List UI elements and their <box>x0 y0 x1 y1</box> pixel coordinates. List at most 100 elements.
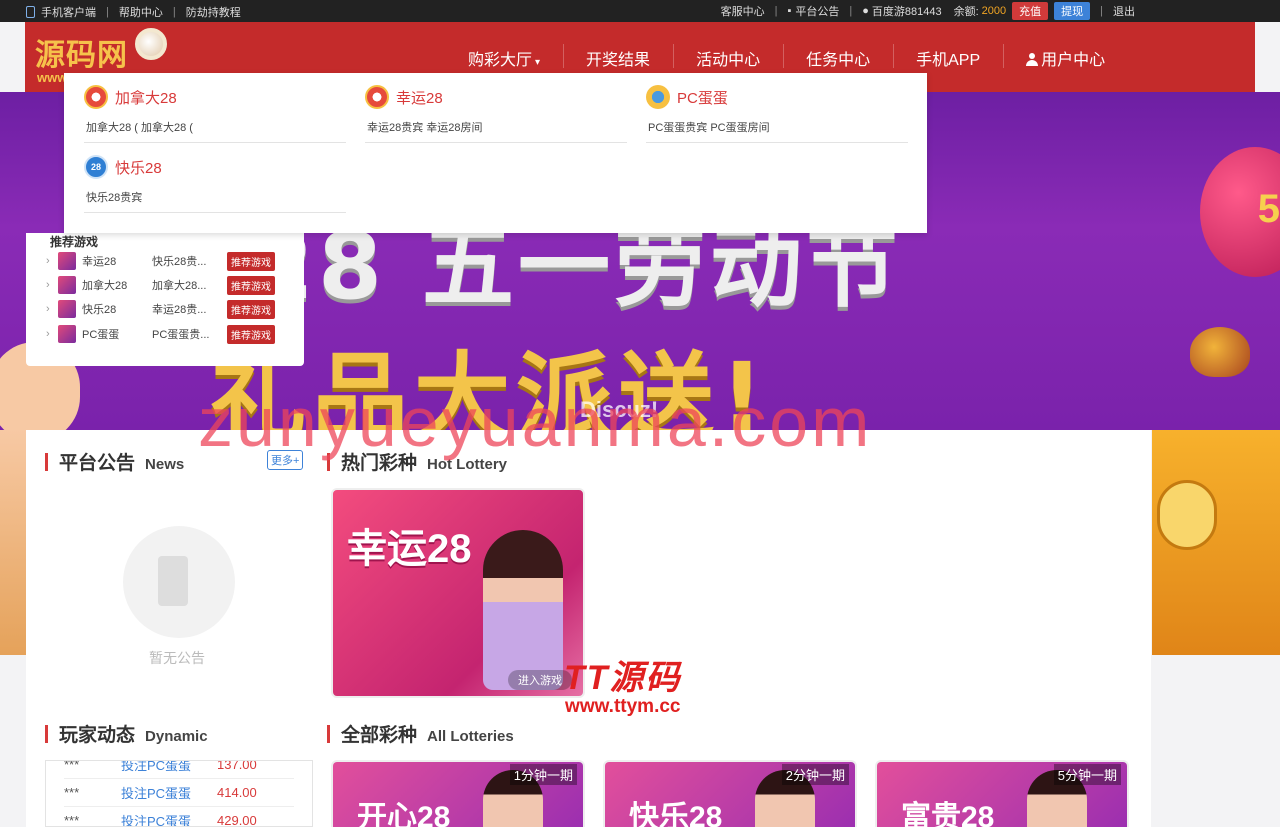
chevron-right-icon: › <box>46 303 50 315</box>
recommend-tag[interactable]: 推荐游戏 <box>227 275 275 295</box>
hot-lottery-card[interactable]: 幸运28 进入游戏 <box>331 488 585 698</box>
empty-notice-illustration <box>123 526 235 638</box>
recommend-tag[interactable]: 推荐游戏 <box>227 299 275 319</box>
dropdown-item-rooms[interactable]: 幸运28贵宾 幸运28房间 <box>367 119 483 135</box>
lottery-card-name: 富贵28 <box>901 801 995 827</box>
dropdown-item-rooms[interactable]: PC蛋蛋贵宾 PC蛋蛋房间 <box>648 119 770 135</box>
game-desc: 加拿大28... <box>152 280 207 292</box>
player-action[interactable]: 投注PC蛋蛋 <box>121 761 217 774</box>
logo-sub: www <box>37 70 68 85</box>
nav-tasks[interactable]: 任务中心 <box>783 44 893 70</box>
recharge-button[interactable]: 充值 <box>1012 2 1049 20</box>
section-title-en: Dynamic <box>145 728 208 745</box>
balance-value: 2000 <box>981 5 1007 17</box>
enter-game-button[interactable]: 进入游戏 <box>508 670 572 690</box>
dropdown-item-lucky28[interactable]: 幸运28 幸运28贵宾 幸运28房间 <box>365 73 627 143</box>
section-title-cn: 全部彩种 <box>341 725 418 746</box>
withdraw-button[interactable]: 提现 <box>1054 2 1091 20</box>
recommend-row[interactable]: › 幸运28 快乐28贵... 推荐游戏 <box>46 251 286 271</box>
chevron-right-icon: › <box>46 279 50 291</box>
dropdown-item-title[interactable]: 幸运28 <box>396 87 443 108</box>
site-logo[interactable]: 源码网 <box>35 30 128 74</box>
anti-hijack-link[interactable]: 防劫持教程 <box>186 4 241 20</box>
dropdown-item-title[interactable]: PC蛋蛋 <box>677 87 728 108</box>
lock-icon <box>1157 480 1217 550</box>
recommend-row[interactable]: › 快乐28 幸运28贵... 推荐游戏 <box>46 299 286 319</box>
main-nav: 购彩大厅 ▾ 开奖结果 活动中心 任务中心 手机APP 用户中心 <box>445 44 1128 70</box>
dropdown-item-canada28[interactable]: 加拿大28 加拿大28 ( 加拿大28 ( <box>84 73 346 143</box>
customer-service-link[interactable]: 客服中心 <box>721 3 765 19</box>
divider: | <box>774 5 778 17</box>
divider: | <box>106 6 109 18</box>
dropdown-item-title[interactable]: 加拿大28 <box>115 87 177 108</box>
list-item: *** 投注PC蛋蛋 429.00 <box>64 807 294 827</box>
game-name: 加拿大28 <box>82 280 128 292</box>
treasure-chest-decoration <box>1152 430 1280 655</box>
username[interactable]: 百度游881443 <box>872 3 942 19</box>
game-thumb <box>58 252 76 270</box>
nav-user-center[interactable]: 用户中心 <box>1003 44 1128 70</box>
divider: | <box>849 5 853 17</box>
lottery-card-period: 1分钟一期 <box>509 764 577 785</box>
empty-notice-text: 暂无公告 <box>149 650 205 666</box>
recommend-row[interactable]: › 加拿大28 加拿大28... 推荐游戏 <box>46 275 286 295</box>
game-name: PC蛋蛋 <box>82 329 120 341</box>
game-name: 快乐28 <box>82 304 117 316</box>
game-desc: 快乐28贵... <box>152 256 207 268</box>
bet-amount: 429.00 <box>217 813 257 827</box>
chat-icon: ▪ <box>787 5 792 17</box>
player-action[interactable]: 投注PC蛋蛋 <box>121 783 217 802</box>
notice-section-title: 平台公告 News <box>45 448 184 475</box>
lottery-card[interactable]: 快乐28 2分钟一期 <box>603 760 857 827</box>
game-thumb <box>58 300 76 318</box>
user-icon <box>1026 53 1039 66</box>
recommend-tag[interactable]: 推荐游戏 <box>227 324 275 344</box>
left-decoration <box>0 430 26 655</box>
lottery-card-name: 开心28 <box>357 801 451 827</box>
magnifier-icon <box>135 28 167 60</box>
recommend-title: 推荐游戏 <box>50 235 99 249</box>
balloon-number: 5 <box>1257 187 1280 231</box>
dynamic-list[interactable]: *** 投注PC蛋蛋 137.00 *** 投注PC蛋蛋 414.00 *** … <box>45 760 313 827</box>
nav-results[interactable]: 开奖结果 <box>563 44 673 70</box>
character-image <box>483 530 563 690</box>
nav-activities[interactable]: 活动中心 <box>673 44 783 70</box>
lottery-card[interactable]: 开心28 1分钟一期 <box>331 760 585 827</box>
recommend-panel: 推荐游戏 › 幸运28 快乐28贵... 推荐游戏 › 加拿大28 加拿大28.… <box>26 233 304 366</box>
title-bar <box>327 724 330 743</box>
lottery-card[interactable]: 富贵28 5分钟一期 <box>875 760 1129 827</box>
dropdown-item-pcegg[interactable]: PC蛋蛋 PC蛋蛋贵宾 PC蛋蛋房间 <box>646 73 908 143</box>
section-title-en: News <box>145 456 185 473</box>
phone-icon <box>26 6 35 18</box>
chevron-right-icon: › <box>46 255 50 267</box>
dynamic-section-title: 玩家动态 Dynamic <box>45 720 208 747</box>
lucky28-icon <box>365 85 389 109</box>
game-name: 幸运28 <box>82 256 117 268</box>
divider: | <box>1100 5 1103 17</box>
caret-down-icon: ▾ <box>535 57 541 68</box>
list-item: *** 投注PC蛋蛋 137.00 <box>64 760 294 779</box>
nav-mobile-app[interactable]: 手机APP <box>893 44 1003 70</box>
section-title-cn: 平台公告 <box>59 453 136 474</box>
player-name: *** <box>64 813 80 827</box>
player-action[interactable]: 投注PC蛋蛋 <box>121 811 217 826</box>
pcegg-icon <box>646 85 670 109</box>
announcement-link[interactable]: 平台公告 <box>795 3 839 19</box>
logout-link[interactable]: 退出 <box>1113 3 1135 19</box>
recommend-tag[interactable]: 推荐游戏 <box>227 251 275 271</box>
dropdown-item-title[interactable]: 快乐28 <box>115 157 162 178</box>
lottery-card-name: 快乐28 <box>629 801 723 827</box>
money-bag-icon <box>1190 327 1250 377</box>
help-center-link[interactable]: 帮助中心 <box>119 4 163 20</box>
recommend-row[interactable]: › PC蛋蛋 PC蛋蛋贵... 推荐游戏 <box>46 324 286 344</box>
nav-lottery-hall[interactable]: 购彩大厅 ▾ <box>445 46 563 70</box>
dropdown-item-happy28[interactable]: 28 快乐28 快乐28贵宾 <box>84 143 346 213</box>
dropdown-item-rooms[interactable]: 加拿大28 ( 加拿大28 ( <box>86 119 193 135</box>
dropdown-item-rooms[interactable]: 快乐28贵宾 <box>86 189 142 205</box>
list-item: *** 投注PC蛋蛋 414.00 <box>64 779 294 807</box>
mobile-client-link[interactable]: 手机客户端 <box>41 4 96 20</box>
canada28-icon <box>84 85 108 109</box>
chevron-right-icon: › <box>46 328 50 340</box>
player-name: *** <box>64 760 80 772</box>
game-desc: 幸运28贵... <box>152 304 207 316</box>
